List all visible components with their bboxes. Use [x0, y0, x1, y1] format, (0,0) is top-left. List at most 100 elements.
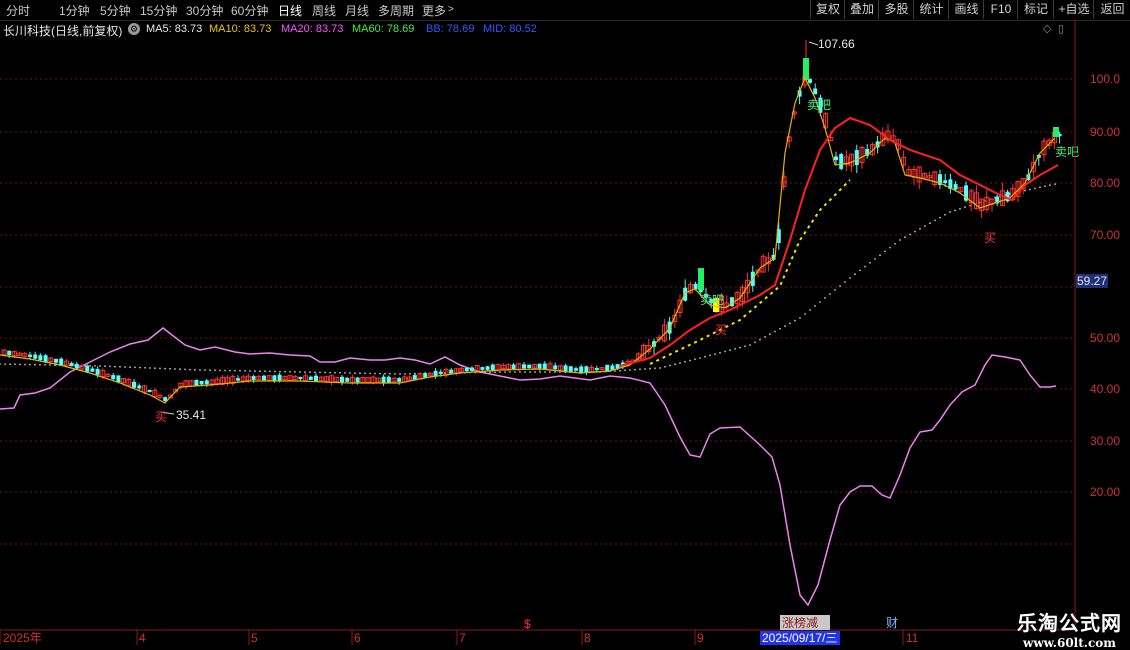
support-dot: [934, 219, 936, 222]
current-price-label: 59.27: [1077, 274, 1107, 288]
event-tag-ranking[interactable]: 涨榜减: [782, 615, 818, 630]
support-dot: [269, 370, 271, 373]
support-dot: [534, 371, 536, 373]
candle-body: [272, 375, 277, 381]
candle-body: [33, 354, 38, 359]
candle-body: [563, 365, 568, 372]
support-dot: [729, 349, 731, 352]
candle-body: [397, 378, 402, 382]
candle-body: [464, 368, 469, 372]
support-dot: [664, 365, 666, 368]
candle-body: [137, 385, 142, 389]
support-dot: [884, 250, 886, 253]
support-dot: [494, 371, 496, 373]
support-dot: [909, 233, 911, 236]
support-dot: [334, 371, 336, 374]
signal-buy-2: 买: [715, 323, 727, 337]
candle-body: [943, 180, 948, 183]
date-label-2025: 2025年: [3, 631, 42, 645]
support-dot: [704, 355, 706, 358]
support-dot: [784, 325, 786, 327]
candle-body: [834, 156, 838, 161]
support-dot: [324, 371, 326, 374]
candle-body: [381, 376, 386, 384]
support-dot: [319, 371, 321, 374]
candle-body: [355, 377, 360, 383]
support-dot: [814, 305, 816, 307]
candle-body: [438, 371, 443, 374]
support-dot: [879, 254, 881, 257]
support-dot: [19, 363, 21, 366]
grid-lines: [0, 78, 1075, 545]
support-dot: [824, 297, 826, 299]
support-dot: [499, 371, 501, 373]
candle-highlight: [1053, 127, 1059, 137]
support-dot: [164, 367, 166, 370]
support-dot: [829, 293, 831, 295]
event-tag-dollar[interactable]: $: [524, 617, 531, 631]
date-label-6: 6: [354, 631, 361, 645]
support-dot: [229, 369, 231, 372]
candle-body: [522, 364, 526, 369]
support-dot: [169, 367, 171, 370]
support-dot: [749, 344, 751, 346]
support-dot: [914, 230, 916, 233]
candle-body: [111, 375, 116, 380]
support-dot: [714, 353, 716, 355]
support-dot: [709, 354, 711, 357]
candle-body: [28, 354, 32, 357]
support-dot: [779, 327, 781, 330]
support-dot: [279, 370, 281, 373]
candle-body: [38, 355, 43, 361]
candle-body: [147, 389, 152, 393]
candle-body: [839, 154, 844, 169]
support-dot: [614, 370, 616, 372]
support-dot: [1024, 189, 1026, 192]
support-dot: [379, 372, 381, 375]
high-pointer: [808, 41, 819, 46]
candle-body: [204, 380, 209, 385]
date-label-5: 5: [251, 631, 258, 645]
support-dot: [859, 269, 861, 272]
candle-body: [43, 355, 48, 363]
support-dot: [354, 372, 356, 374]
support-dot: [189, 368, 191, 371]
support-dot: [969, 204, 971, 207]
candle-body: [423, 373, 428, 378]
candle-body: [236, 378, 240, 381]
support-dot: [804, 313, 806, 315]
support-dot: [39, 363, 41, 366]
kline-chart[interactable]: 107.66 35.41 买 卖吧 买 卖吧 T 买 卖吧 100.0 90.0…: [0, 0, 1130, 650]
candle-body: [95, 369, 100, 375]
candle-body: [594, 368, 599, 371]
date-label-11: 11: [906, 631, 919, 645]
candle-body: [470, 367, 474, 371]
support-dot: [874, 258, 876, 260]
support-dot: [134, 366, 136, 369]
support-dot: [699, 357, 701, 359]
support-dot: [834, 289, 836, 291]
candlesticks: [1, 40, 1062, 415]
candle-body: [251, 376, 256, 380]
event-tag-finance[interactable]: 财: [886, 616, 898, 630]
signal-sell-1: 卖吧: [807, 98, 831, 112]
support-dot: [34, 363, 36, 366]
price-label-90: 90.00: [1090, 125, 1120, 139]
support-dot: [234, 369, 236, 372]
support-dot: [199, 369, 201, 371]
support-dot: [144, 366, 146, 369]
candle-body: [480, 367, 485, 370]
support-dot: [329, 371, 331, 374]
support-dot: [694, 358, 696, 361]
support-dot: [959, 207, 961, 210]
support-dot: [504, 371, 506, 373]
support-dot: [89, 364, 91, 367]
date-label-8: 8: [584, 631, 591, 645]
support-dot: [149, 367, 151, 369]
support-dot: [954, 209, 956, 212]
support-dot: [759, 338, 761, 341]
support-dot: [384, 372, 386, 375]
support-dot: [104, 365, 106, 368]
support-dot: [44, 364, 46, 366]
support-dot: [214, 369, 216, 372]
